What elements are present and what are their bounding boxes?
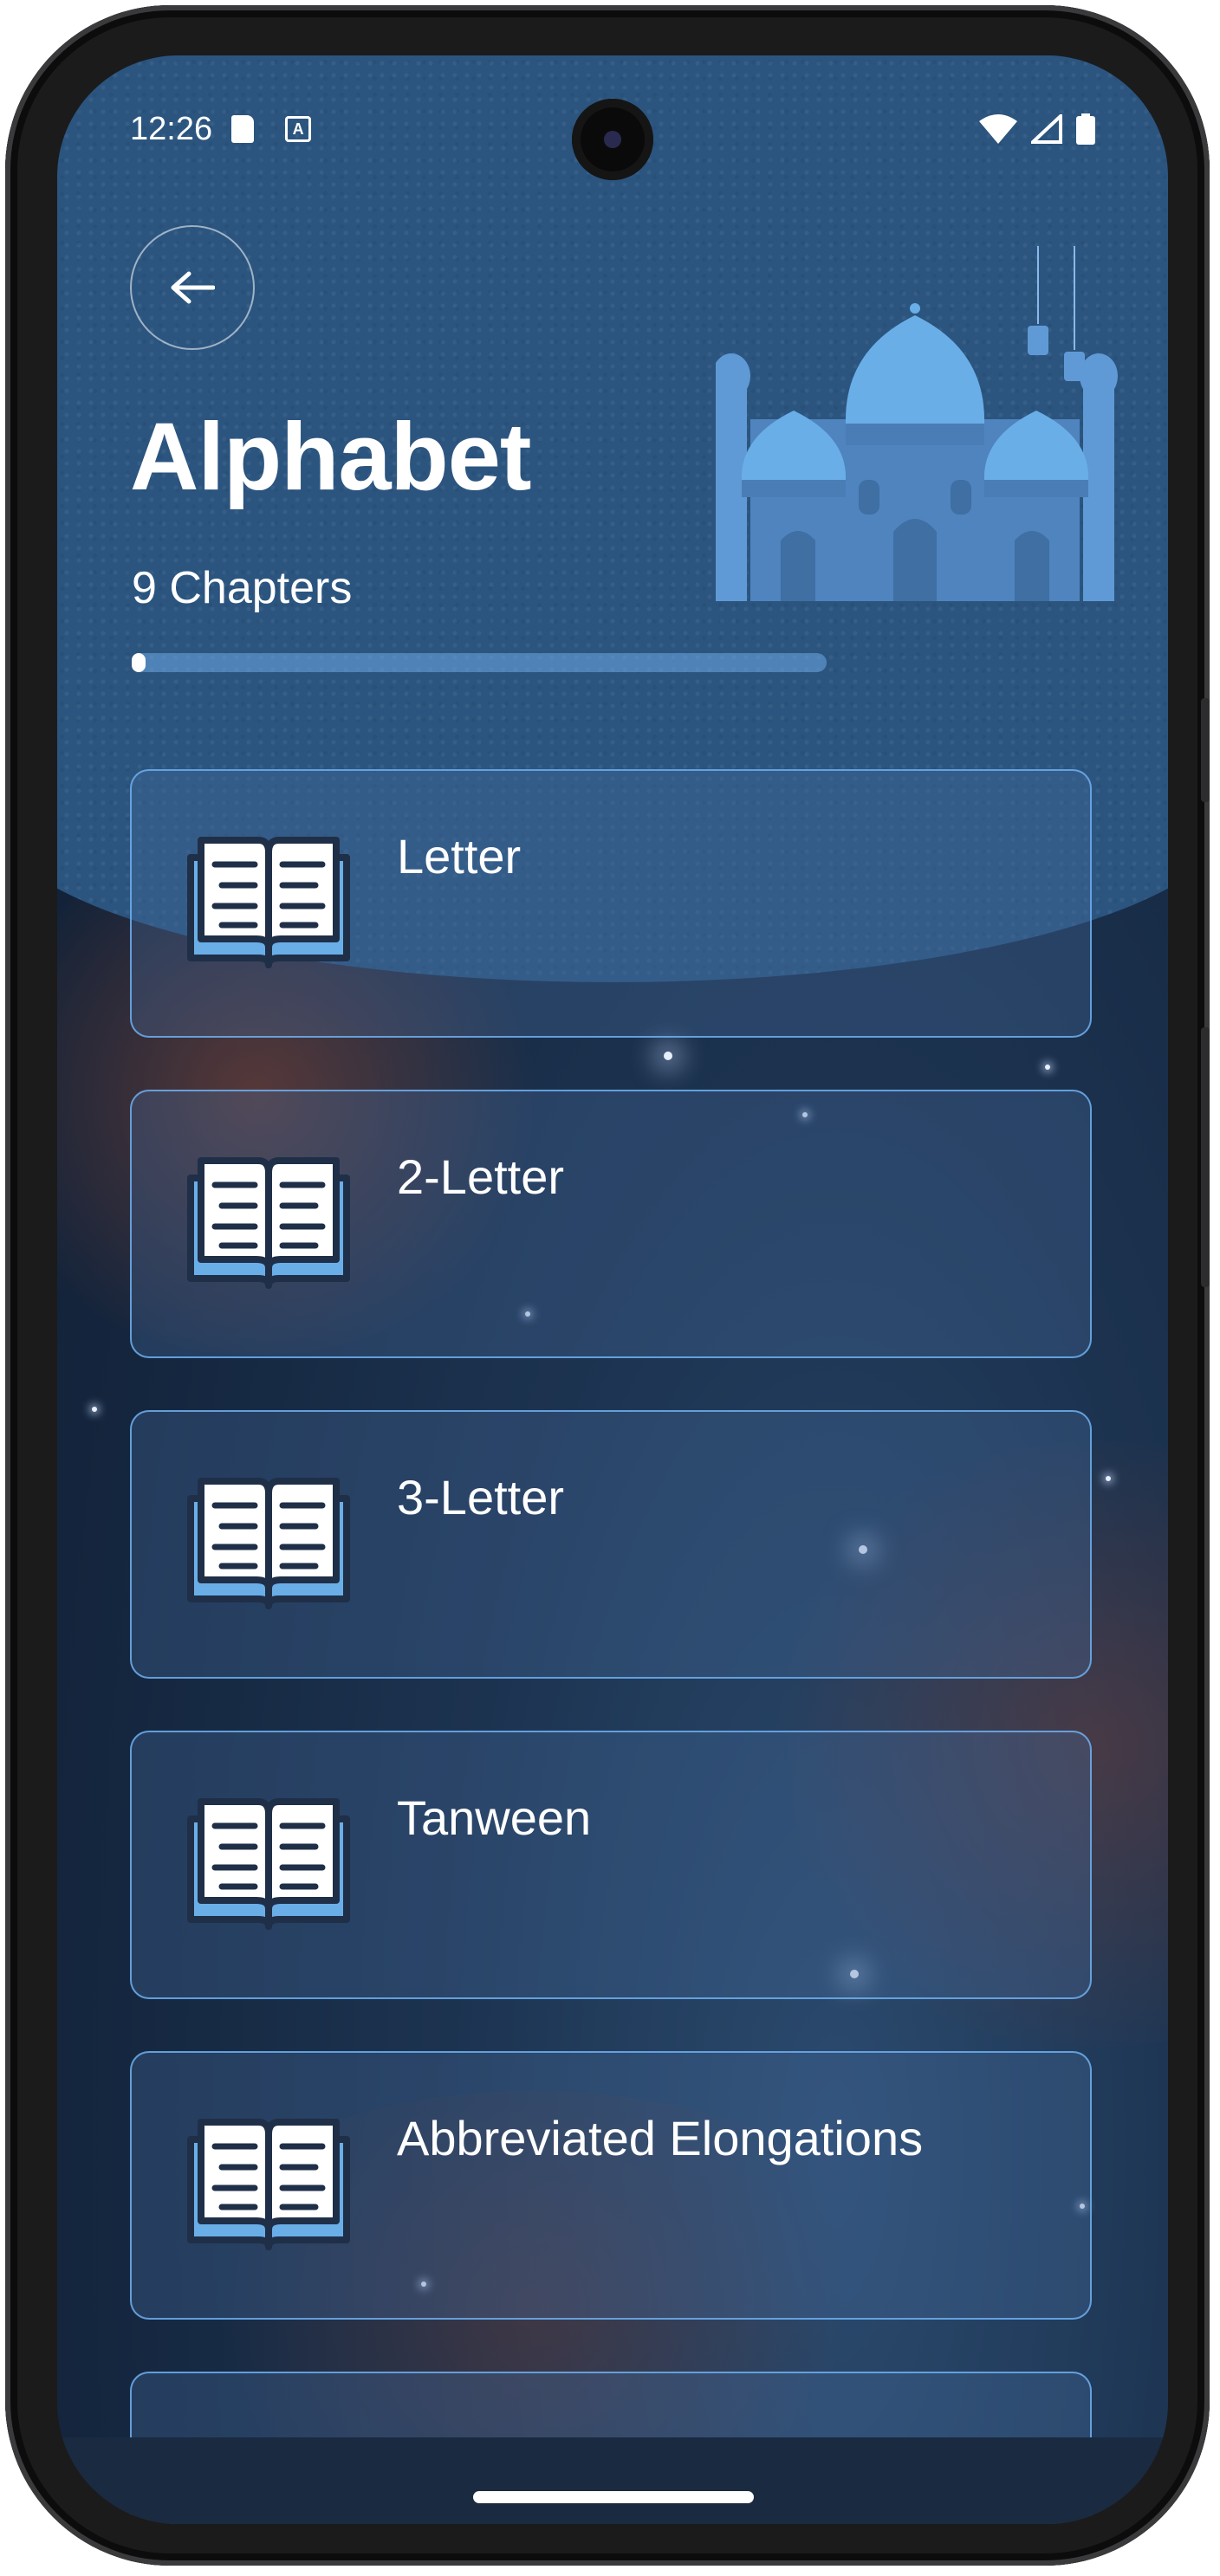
wifi-icon <box>979 114 1017 144</box>
chapter-title: Abbreviated Elongations <box>397 2111 924 2165</box>
chapter-title: Tanween <box>397 1790 592 1845</box>
open-book-icon <box>187 2119 350 2250</box>
page-title: Alphabet <box>130 404 532 510</box>
app-screen: 12:26 A Alphabet 9 Chapters Letter 2-Let… <box>57 55 1168 2524</box>
progress-fill <box>132 653 146 672</box>
chapter-title: 2-Letter <box>397 1149 564 1204</box>
chapter-card[interactable]: Tanween <box>130 1731 1092 1999</box>
open-book-icon <box>187 837 350 968</box>
arrow-left-icon <box>171 271 215 304</box>
chapter-card[interactable]: 3-Letter <box>130 1410 1092 1679</box>
chapter-card[interactable]: Letter <box>130 769 1092 1038</box>
battery-icon <box>1076 113 1095 145</box>
open-book-icon <box>187 1798 350 1930</box>
chapter-card[interactable]: Abbreviated Elongations <box>130 2051 1092 2320</box>
keyboard-a-icon: A <box>285 116 312 142</box>
chapter-card[interactable]: 2-Letter <box>130 1090 1092 1358</box>
front-camera <box>572 99 653 180</box>
phone-frame: 12:26 A Alphabet 9 Chapters Letter 2-Let… <box>5 5 1210 2566</box>
power-button <box>1201 1027 1210 1287</box>
status-time: 12:26 <box>130 110 213 147</box>
mosque-illustration <box>716 246 1118 601</box>
chapter-count: 9 Chapters <box>132 563 353 613</box>
chapter-title: 3-Letter <box>397 1470 564 1524</box>
progress-bar <box>132 653 827 672</box>
open-book-icon <box>187 1478 350 1609</box>
home-indicator[interactable] <box>473 2491 754 2503</box>
bottom-nav-area <box>57 2437 1168 2524</box>
chapter-list: Letter 2-Letter 3-Letter Tanween Abbrevi… <box>130 769 1092 2524</box>
sd-card-icon <box>231 115 255 143</box>
volume-up-button <box>1201 698 1210 802</box>
open-book-icon <box>187 1157 350 1289</box>
back-button[interactable] <box>130 225 255 350</box>
signal-icon <box>1031 114 1062 144</box>
chapter-title: Letter <box>397 829 522 883</box>
